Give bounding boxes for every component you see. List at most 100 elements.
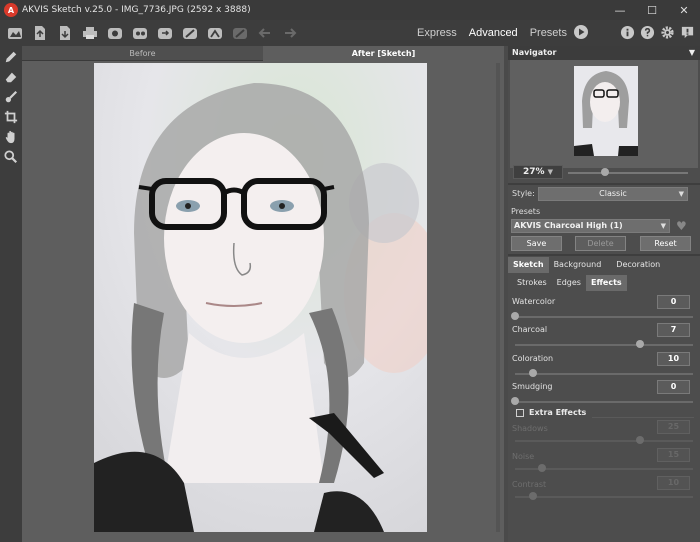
divider (592, 417, 694, 418)
window-controls: — ☐ ✕ (604, 0, 700, 20)
param-label: Charcoal (512, 325, 548, 334)
undo-disabled-icon (230, 23, 250, 43)
mode-presets[interactable]: Presets (530, 27, 567, 39)
divider (508, 183, 700, 185)
tab-decoration[interactable]: Decoration (606, 257, 665, 273)
maximize-icon[interactable]: ☐ (636, 0, 668, 20)
zoom-icon[interactable] (1, 148, 21, 166)
tab-effects[interactable]: Effects (585, 275, 627, 291)
zoom-dropdown[interactable]: 27% ▼ (513, 165, 563, 179)
param-slider-handle[interactable] (511, 397, 519, 405)
crop-icon[interactable] (1, 108, 21, 126)
batch-icon[interactable] (130, 23, 150, 43)
navigator-thumbnail[interactable] (574, 66, 638, 156)
favorite-heart-icon[interactable]: ♥ (676, 219, 692, 233)
tab-after-sketch[interactable]: After [Sketch] (263, 46, 504, 61)
tab-strokes[interactable]: Strokes (508, 275, 552, 291)
reset-button[interactable]: Reset (640, 236, 691, 251)
preset-dropdown[interactable]: AKVIS Charcoal High (1) ▼ (511, 219, 670, 233)
param-label: Shadows (512, 424, 548, 433)
preset-value: AKVIS Charcoal High (1) (514, 221, 623, 230)
param-slider-handle (528, 492, 537, 500)
param-value-input: 25 (657, 420, 690, 434)
tab-edges[interactable]: Edges (552, 275, 586, 291)
pencil-icon[interactable] (1, 48, 21, 66)
style-dropdown[interactable]: Classic ▼ (538, 187, 688, 201)
collapse-icon[interactable]: ▼ (689, 46, 695, 60)
akvis-logo-icon: A (4, 3, 18, 17)
home-icon[interactable] (5, 23, 25, 43)
zoom-row: 27% ▼ (508, 163, 700, 183)
tab-background[interactable]: Background (549, 257, 607, 273)
navigator-header: Navigator ▼ (508, 46, 700, 60)
canvas-area: Before After [Sketch] (22, 46, 504, 542)
export-icon[interactable] (155, 23, 175, 43)
param-label: Smudging (512, 382, 553, 391)
navigator-title: Navigator (512, 48, 557, 57)
right-toolbar-icons (616, 23, 696, 41)
help-icon[interactable] (638, 23, 656, 41)
canvas-vertical-scrollbar[interactable] (496, 63, 500, 532)
chevron-down-icon: ▼ (678, 190, 684, 198)
param-value-input: 15 (657, 448, 690, 462)
sketch-portrait (94, 63, 427, 532)
gear-icon[interactable] (658, 23, 676, 41)
zoom-slider-track[interactable] (568, 172, 688, 174)
tab-sketch[interactable]: Sketch (508, 257, 549, 273)
mode-express[interactable]: Express (417, 27, 457, 39)
param-slider-handle[interactable] (635, 340, 644, 348)
presets-label: Presets (511, 207, 541, 216)
param-label: Contrast (512, 480, 547, 489)
tab-before[interactable]: Before (22, 46, 263, 61)
param-slider-track[interactable] (515, 344, 693, 346)
delete-preset-button[interactable]: Delete (575, 236, 626, 251)
brush-icon[interactable] (180, 23, 200, 43)
run-icon[interactable] (572, 23, 590, 41)
navigator-preview[interactable] (510, 60, 698, 168)
zoom-slider-handle[interactable] (601, 168, 610, 176)
sketch-image[interactable] (94, 63, 427, 532)
share-icon[interactable] (105, 23, 125, 43)
param-value-input[interactable]: 7 (657, 323, 690, 337)
param-label: Coloration (512, 354, 554, 363)
brush-icon[interactable] (1, 88, 21, 106)
mode-tabs: Express Advanced Presets (417, 20, 579, 46)
param-slider-track (515, 496, 693, 498)
extra-effects-label: Extra Effects (529, 408, 587, 417)
main-toolbar: Express Advanced Presets (0, 20, 700, 46)
save-icon[interactable] (55, 23, 75, 43)
param-slider-track[interactable] (515, 373, 693, 375)
style-label: Style: (512, 189, 535, 198)
mode-advanced[interactable]: Advanced (469, 27, 518, 39)
print-icon[interactable] (80, 23, 100, 43)
param-slider-track[interactable] (515, 316, 693, 318)
extra-effects-checkbox[interactable] (516, 408, 524, 417)
notification-icon[interactable] (678, 23, 696, 41)
param-slider-handle (537, 464, 546, 472)
title-bar: A AKVIS Sketch v.25.0 - IMG_7736.JPG (25… (0, 0, 700, 20)
settings-panel: Navigator ▼ 27% ▼ Style: Classic ▼ Prese… (508, 46, 700, 542)
param-slider-handle (635, 436, 644, 444)
open-icon[interactable] (30, 23, 50, 43)
style-value: Classic (599, 189, 627, 198)
save-preset-button[interactable]: Save (511, 236, 562, 251)
param-slider-track[interactable] (515, 401, 693, 403)
info-icon[interactable] (618, 23, 636, 41)
param-slider-handle[interactable] (528, 369, 537, 377)
param-value-input[interactable]: 10 (657, 352, 690, 366)
forward-icon[interactable] (280, 23, 300, 43)
window-title: AKVIS Sketch v.25.0 - IMG_7736.JPG (2592… (22, 5, 251, 15)
hand-icon[interactable] (1, 128, 21, 146)
extra-effects-row[interactable]: Extra Effects (516, 408, 586, 417)
param-value-input[interactable]: 0 (657, 295, 690, 309)
param-slider-handle[interactable] (511, 312, 519, 320)
param-label: Noise (512, 452, 535, 461)
param-value-input[interactable]: 0 (657, 380, 690, 394)
back-icon[interactable] (255, 23, 275, 43)
view-tabs: Before After [Sketch] (22, 46, 504, 61)
eraser-icon[interactable] (1, 68, 21, 86)
chevron-down-icon: ▼ (660, 222, 666, 230)
minimize-icon[interactable]: — (604, 0, 636, 20)
settings-icon[interactable] (205, 23, 225, 43)
close-icon[interactable]: ✕ (668, 0, 700, 20)
